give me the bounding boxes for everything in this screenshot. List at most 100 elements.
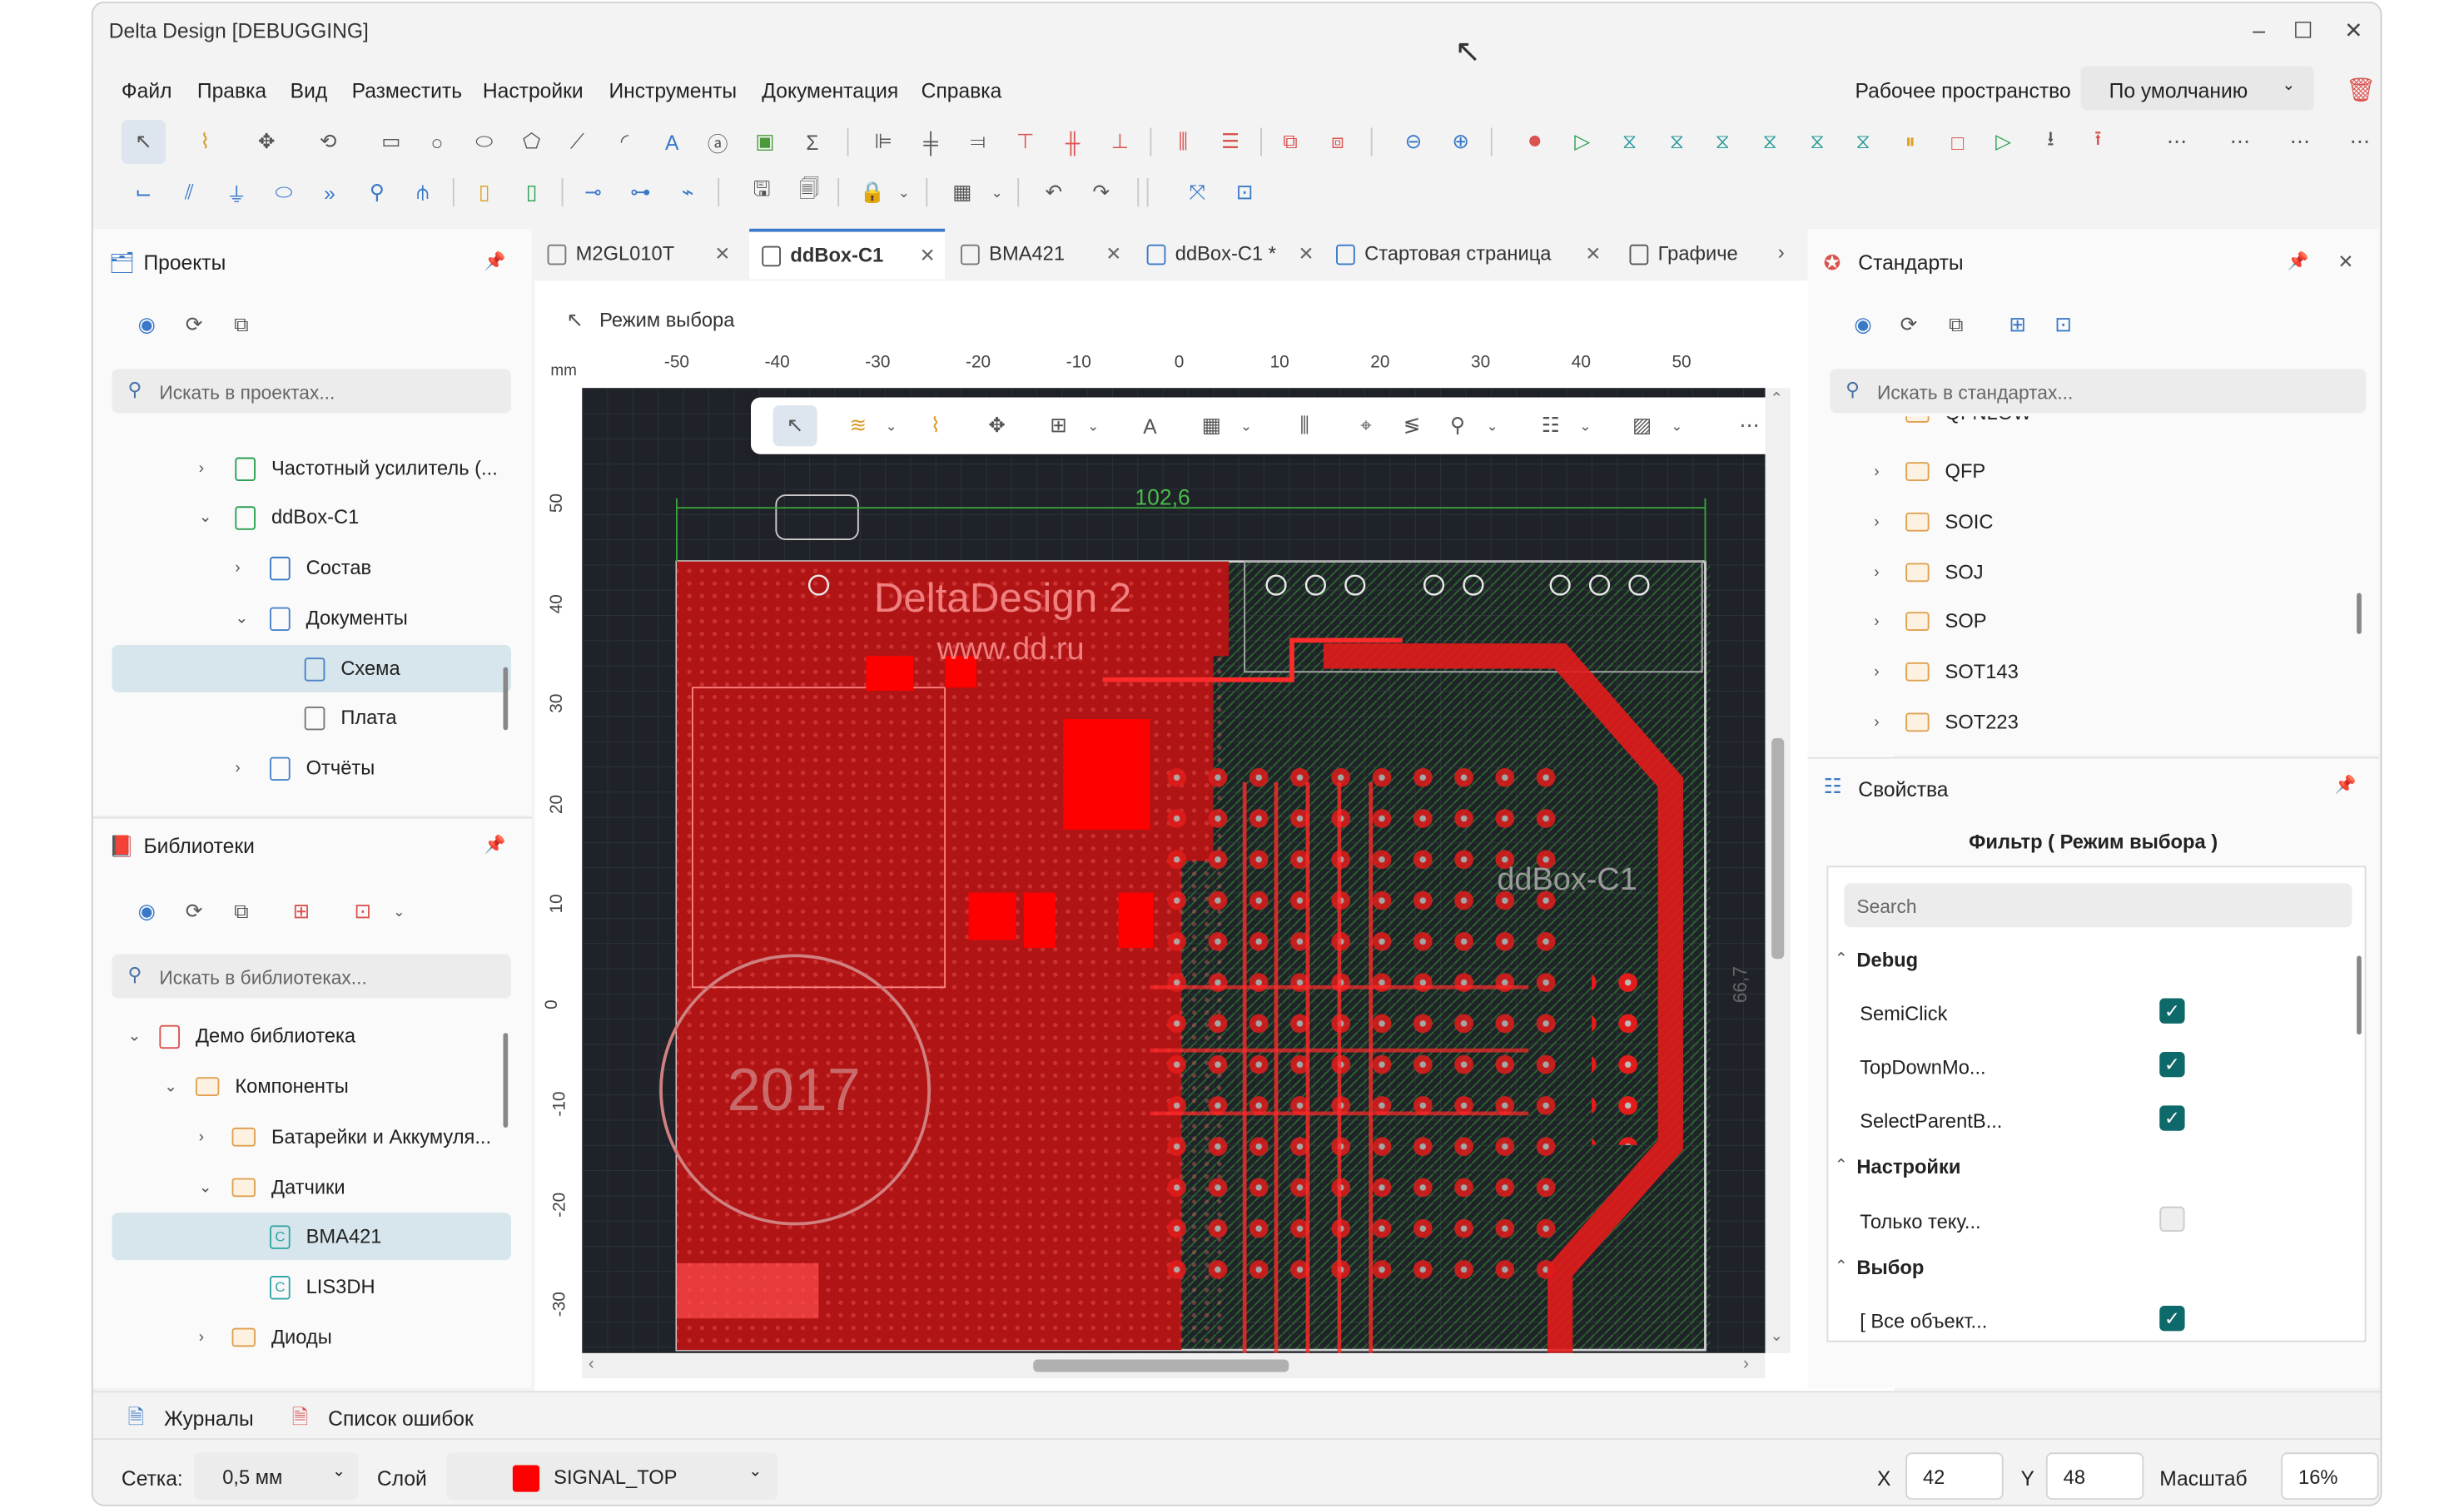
ellipse-icon[interactable]: ⬭ <box>467 125 502 160</box>
chevron-down-icon[interactable]: ⌃ <box>1835 951 1848 969</box>
tree-item[interactable]: Плата <box>112 696 511 740</box>
chevron-down-icon[interactable]: ⌄ <box>1076 409 1110 444</box>
tab-graphics[interactable]: Графиче <box>1617 229 1775 280</box>
chevron-down-icon[interactable]: ⌄ <box>1475 409 1510 444</box>
arc-icon[interactable]: ◜ <box>608 125 643 160</box>
zoom-fit-icon[interactable]: ⤧ <box>1180 175 1215 210</box>
probe-icon[interactable]: ⚲ <box>1440 409 1475 444</box>
connector-icon[interactable]: ⫛ <box>405 175 440 210</box>
show-icon[interactable]: ◉ <box>129 894 164 929</box>
group-icon[interactable]: ⧉ <box>1273 125 1308 160</box>
close-tab-icon[interactable]: ✕ <box>714 243 730 265</box>
close-tab-icon[interactable]: ✕ <box>1298 243 1314 265</box>
tree-item[interactable]: ⌄ Компоненты <box>112 1064 511 1109</box>
align-bottom-icon[interactable]: ⊥ <box>1103 125 1138 160</box>
minimize-button[interactable]: – <box>2235 12 2283 47</box>
tab-logs[interactable]: Журналы <box>164 1406 254 1430</box>
close-panel-icon[interactable]: ✕ <box>2337 251 2353 273</box>
hatch-icon[interactable]: ▨ <box>1625 409 1660 444</box>
menu-file[interactable]: Файл <box>122 79 172 102</box>
net-flag-icon[interactable]: » <box>312 175 347 210</box>
more-4-icon[interactable]: ⋯ <box>2342 125 2377 160</box>
scrollbar-thumb[interactable] <box>1033 1359 1289 1372</box>
tree-item[interactable]: › Отчёты <box>112 746 511 790</box>
libraries-search[interactable]: ⚲ Искать в библиотеках... <box>112 954 511 999</box>
menu-docs[interactable]: Документация <box>762 79 898 102</box>
checkbox-topdown[interactable]: ✓ <box>2159 1051 2185 1078</box>
sheet-2-icon[interactable]: ▯ <box>514 175 549 210</box>
add-standard-icon[interactable]: ⊞ <box>2000 308 2035 343</box>
pin-icon[interactable]: ⊸ <box>576 175 611 210</box>
route-icon[interactable]: ⌇ <box>188 125 223 160</box>
pin-panel-icon[interactable]: 📌 <box>2335 774 2357 795</box>
align-left-icon[interactable]: ⊫ <box>866 125 901 160</box>
checkbox-selectparent[interactable]: ✓ <box>2159 1105 2185 1131</box>
sigma-icon[interactable]: Σ <box>795 125 830 160</box>
align-right-icon[interactable]: ⫤ <box>961 125 996 160</box>
route-track-icon[interactable]: ≋ <box>841 409 876 444</box>
close-tab-icon[interactable]: ✕ <box>1585 243 1601 265</box>
chevron-down-icon[interactable]: ⌃ <box>1835 1158 1848 1175</box>
zoom-in-icon[interactable]: ⊕ <box>1443 125 1478 160</box>
tree-item-selected[interactable]: C BMA421 <box>112 1213 511 1261</box>
stop-icon[interactable]: □ <box>1940 125 1975 160</box>
layer-select[interactable]: SIGNAL_TOP ⌄ <box>446 1452 778 1501</box>
properties-search[interactable]: Search <box>1844 883 2352 928</box>
tab-m2gl010t[interactable]: M2GL010T ✕ <box>534 229 739 280</box>
tune-icon[interactable]: ⌇ <box>918 409 953 444</box>
sheet-icon[interactable]: ▯ <box>467 175 502 210</box>
scroll-up-icon[interactable]: ⌃ <box>1770 391 1783 409</box>
checkbox-semiclick[interactable]: ✓ <box>2159 998 2185 1024</box>
step-out-icon[interactable]: ⭱ <box>2081 125 2116 160</box>
debug-6-icon[interactable]: ⧖ <box>1846 125 1880 160</box>
vertical-scrollbar[interactable]: ⌃ ⌄ <box>1765 388 1791 1353</box>
pause-icon[interactable]: ⏸ <box>1893 125 1928 160</box>
move-icon[interactable]: ✥ <box>249 125 284 160</box>
debug-2-icon[interactable]: ⧖ <box>1660 125 1695 160</box>
tab-bma421[interactable]: BMA421 ✕ <box>948 229 1131 280</box>
tree-item[interactable]: › QFP <box>1830 449 2334 494</box>
zoom-out-icon[interactable]: ⊖ <box>1396 125 1431 160</box>
scrollbar[interactable] <box>503 667 509 731</box>
layers-icon[interactable]: ☷ <box>1533 409 1568 444</box>
pin-3-icon[interactable]: ⌁ <box>670 175 705 210</box>
show-icon[interactable]: ◉ <box>1846 308 1880 343</box>
tab-errors[interactable]: Список ошибок <box>328 1406 474 1430</box>
line-icon[interactable]: ⟋ <box>560 125 595 160</box>
tree-item[interactable]: ⌄ Демо библиотека <box>112 1014 511 1058</box>
scroll-left-icon[interactable]: ‹ <box>589 1355 594 1374</box>
checkbox-current-only[interactable] <box>2159 1206 2185 1232</box>
ungroup-icon[interactable]: ⧈ <box>1320 125 1355 160</box>
more-icon[interactable]: ⋯ <box>1732 409 1767 444</box>
select-arrow-icon[interactable]: ↖ <box>777 409 812 444</box>
tree-item[interactable]: ⌄ ddBox-C1 <box>112 495 511 539</box>
refresh-icon[interactable]: ⟳ <box>176 308 211 343</box>
tab-ddbox-board[interactable]: ddBox-C1 ✕ <box>749 228 946 280</box>
import-icon[interactable]: ⊡ <box>345 894 380 929</box>
align-middle-icon[interactable]: ╫ <box>1056 125 1090 160</box>
pin-panel-icon[interactable]: 📌 <box>484 834 506 855</box>
align-icon[interactable]: ⫼ <box>1287 409 1322 444</box>
trash-icon[interactable]: 🗑 <box>2346 76 2376 104</box>
x-field[interactable]: 42 <box>1905 1452 2004 1501</box>
tab-ddbox-schematic[interactable]: ddBox-C1 * ✕ <box>1135 229 1324 280</box>
step-icon[interactable]: ▷ <box>1986 125 2021 160</box>
pcb-canvas[interactable]: 102,6 DeltaDesign 2 www.dd.ru ddBox-C1 2… <box>582 388 1766 1353</box>
chevron-down-icon[interactable]: ⌄ <box>1229 409 1264 444</box>
rect-icon[interactable]: ▭ <box>374 125 409 160</box>
menu-edit[interactable]: Правка <box>197 79 266 102</box>
menu-settings[interactable]: Настройки <box>483 79 584 102</box>
undo-icon[interactable]: ↶ <box>1036 175 1071 210</box>
scrollbar[interactable] <box>2357 593 2362 634</box>
close-window-button[interactable]: ✕ <box>2330 12 2377 47</box>
tree-item[interactable]: › SOJ <box>1830 550 2334 594</box>
show-icon[interactable]: ◉ <box>129 308 164 343</box>
save-all-icon[interactable]: 🗐 <box>792 175 827 210</box>
pin-2-icon[interactable]: ⊶ <box>623 175 658 210</box>
debug-4-icon[interactable]: ⧖ <box>1752 125 1787 160</box>
tree-item[interactable]: › Частотный усилитель (... <box>112 446 511 490</box>
more-3-icon[interactable]: ⋯ <box>2283 125 2317 160</box>
tree-item[interactable]: QFNLOW <box>1830 416 2334 435</box>
scale-field[interactable]: 16% <box>2281 1452 2379 1501</box>
align-center-icon[interactable]: ╪ <box>913 125 948 160</box>
